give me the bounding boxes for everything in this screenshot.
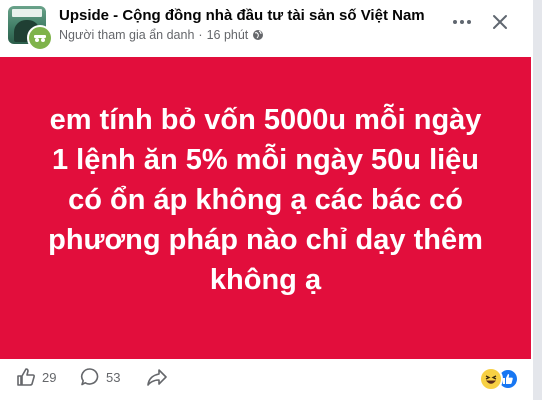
- post-text: em tính bỏ vốn 5000u mỗi ngày 1 lệnh ăn …: [31, 100, 501, 300]
- reactions-summary[interactable]: [479, 367, 519, 391]
- post-text-line: không ạ: [209, 264, 322, 296]
- like-button[interactable]: 29: [16, 367, 56, 387]
- more-options-button[interactable]: [450, 10, 474, 34]
- meta-separator: ·: [198, 28, 203, 42]
- share-icon: [147, 369, 167, 386]
- comment-icon: [80, 368, 99, 386]
- anonymous-member-icon: [27, 25, 53, 51]
- author-name[interactable]: Người tham gia ẩn danh: [59, 28, 194, 42]
- post-content-background: em tính bỏ vốn 5000u mỗi ngày 1 lệnh ăn …: [0, 57, 531, 359]
- page-background-edge: [533, 0, 542, 400]
- comment-button[interactable]: 53: [80, 367, 120, 387]
- post-text-line: 1 lệnh ăn 5% mỗi ngày 50u liệu: [51, 144, 480, 176]
- post-timestamp[interactable]: 16 phút: [207, 28, 249, 42]
- post-text-line: phương pháp nào chỉ dạy thêm: [48, 224, 483, 256]
- post-card: Upside - Cộng đồng nhà đầu tư tài sản số…: [0, 0, 533, 400]
- post-text-line: em tính bỏ vốn 5000u mỗi ngày: [49, 104, 482, 136]
- post-text-line: có ổn áp không ạ các bác có: [68, 184, 463, 216]
- haha-reaction-icon: [479, 367, 503, 391]
- post-actions-bar: 29 53: [0, 363, 531, 395]
- comment-count: 53: [106, 369, 121, 385]
- close-button[interactable]: [488, 10, 512, 34]
- globe-icon: [252, 29, 264, 41]
- post-meta: Người tham gia ẩn danh · 16 phút: [59, 28, 264, 42]
- thumbs-up-icon: [17, 368, 35, 386]
- group-name-link[interactable]: Upside - Cộng đồng nhà đầu tư tài sản số…: [59, 7, 425, 24]
- ellipsis-icon: [453, 20, 471, 24]
- like-count: 29: [42, 369, 57, 385]
- share-button[interactable]: [146, 367, 168, 387]
- close-icon: [493, 15, 507, 29]
